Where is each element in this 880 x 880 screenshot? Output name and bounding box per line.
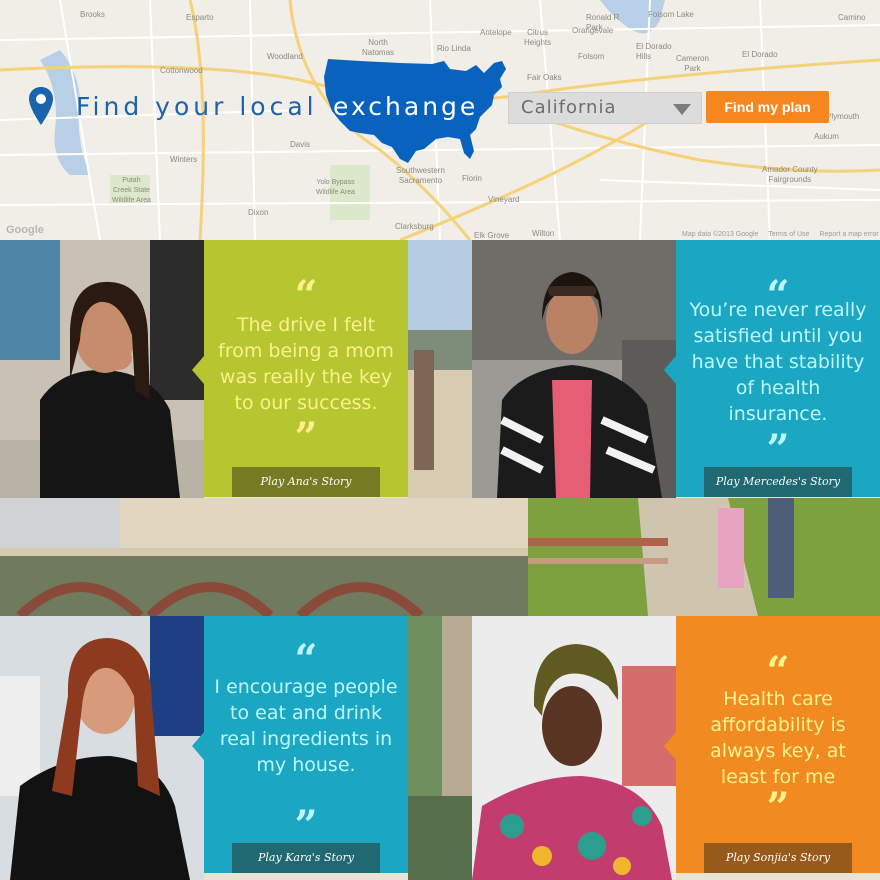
- map-label-rio-linda: Rio Linda: [437, 44, 471, 53]
- map-header[interactable]: Brooks Esparto Cottonwood Woodland North…: [0, 0, 880, 240]
- google-logo: Google: [6, 224, 44, 236]
- kara-quote-text: I encourage people to eat and drink real…: [214, 676, 398, 776]
- map-label-southwestern-sacramento: Southwestern Sacramento: [396, 166, 445, 185]
- map-label-citrus-heights: Citrus Heights: [524, 28, 552, 47]
- map-label-putah-creek: Putah Creek State Wildlife Area: [112, 177, 151, 204]
- ana-quote-close-mark: ”: [294, 414, 318, 461]
- report-map-error-link[interactable]: Report a map error: [819, 231, 878, 238]
- kara-quote-close-mark: ”: [294, 802, 318, 849]
- headline-exchange: exchange: [333, 92, 479, 121]
- map-label-esparto: Esparto: [186, 13, 214, 22]
- map-attribution: Map data ©2013 Google Terms of Use Repor…: [682, 231, 880, 238]
- mercedes-photo[interactable]: [472, 240, 676, 498]
- map-label-cottonwood: Cottonwood: [160, 66, 203, 75]
- state-select-value: California: [521, 97, 617, 118]
- map-label-dixon: Dixon: [248, 208, 269, 217]
- mercedes-photo-image: [472, 240, 676, 498]
- location-pin-icon: [29, 87, 53, 125]
- sonjia-photo[interactable]: [472, 616, 676, 880]
- headline-find-your-local: Find your local: [76, 92, 318, 121]
- map-label-elk-grove: Elk Grove: [474, 231, 510, 240]
- map-data-credit: Map data ©2013 Google: [682, 231, 759, 238]
- ana-quote-text: The drive I felt from being a mom was re…: [218, 314, 394, 414]
- map-label-vineyard: Vineyard: [488, 195, 520, 204]
- terms-of-use-link[interactable]: Terms of Use: [768, 231, 809, 238]
- state-select[interactable]: California: [508, 92, 702, 124]
- sidewalk-photo: [528, 498, 880, 616]
- ana-photo[interactable]: [0, 240, 204, 498]
- map-label-amador-fairgrounds: Amador County Fairgrounds: [762, 165, 818, 184]
- find-my-plan-button[interactable]: Find my plan: [706, 91, 829, 123]
- sidewalk-photo-image: [528, 498, 880, 616]
- map-label-el-dorado: El Dorado: [742, 50, 778, 59]
- map-label-davis: Davis: [290, 140, 311, 149]
- map-label-el-dorado-hills: El Dorado Hills: [636, 42, 672, 61]
- patio-photo: [0, 498, 528, 616]
- map-label-aukum: Aukum: [814, 132, 839, 141]
- ana-quote-pointer: [192, 356, 204, 384]
- map-label-folsom: Folsom: [578, 52, 605, 61]
- mercedes-quote-pointer: [664, 356, 676, 384]
- map-label-plymouth: Plymouth: [826, 112, 860, 121]
- map-label-florin: Florin: [462, 174, 483, 183]
- ana-quote-open-mark: “: [294, 272, 318, 319]
- kara-quote-pointer: [192, 732, 204, 760]
- mercedes-quote-text: You’re never really satisfied until you …: [689, 299, 867, 425]
- map-label-ronald-reagan: Ronald R Park: [586, 13, 620, 32]
- ana-photo-image: [0, 240, 204, 498]
- play-kara-story-button[interactable]: Play Kara's Story: [232, 843, 380, 873]
- sonjia-quote-close-mark: ”: [766, 784, 790, 831]
- chevron-down-icon: [673, 104, 691, 115]
- ivy-wall-photo-image: [408, 616, 472, 880]
- ana-quote-card: “ The drive I felt from being a mom was …: [192, 240, 408, 497]
- map-label-clarksburg: Clarksburg: [395, 222, 434, 231]
- map-label-antelope: Antelope: [480, 28, 512, 37]
- sonjia-quote-card: “ Health care affordability is always ke…: [664, 616, 880, 873]
- play-mercedes-story-button[interactable]: Play Mercedes's Story: [704, 467, 852, 497]
- sonjia-quote-pointer: [664, 732, 676, 760]
- kara-photo-image: [0, 616, 204, 880]
- map-label-winters: Winters: [170, 155, 198, 164]
- waterfront-photo: [408, 240, 472, 498]
- patio-photo-image: [0, 498, 528, 616]
- kara-quote-card: “ I encourage people to eat and drink re…: [192, 616, 408, 873]
- map-label-yolo-bypass: Yolo Bypass Wildlife Area: [316, 179, 355, 196]
- mercedes-quote-close-mark: ”: [766, 426, 790, 473]
- map-label-fair-oaks: Fair Oaks: [527, 73, 562, 82]
- sonjia-quote-text: Health care affordability is always key,…: [710, 688, 846, 788]
- map-label-woodland: Woodland: [267, 52, 303, 61]
- kara-photo[interactable]: [0, 616, 204, 880]
- mercedes-quote-card: “ You’re never really satisfied until yo…: [664, 240, 880, 497]
- map-label-camino: Camino: [838, 13, 866, 22]
- sonjia-photo-image: [472, 616, 676, 880]
- map-label-wilton: Wilton: [532, 229, 555, 238]
- ivy-wall-photo: [408, 616, 472, 880]
- play-sonjia-story-button[interactable]: Play Sonjia's Story: [704, 843, 852, 873]
- map-label-folsom-lake: Folsom Lake: [648, 10, 694, 19]
- waterfront-photo-image: [408, 240, 472, 498]
- map-label-cameron-park: Cameron Park: [676, 54, 709, 73]
- play-ana-story-button[interactable]: Play Ana's Story: [232, 467, 380, 497]
- map-label-brooks: Brooks: [80, 10, 105, 19]
